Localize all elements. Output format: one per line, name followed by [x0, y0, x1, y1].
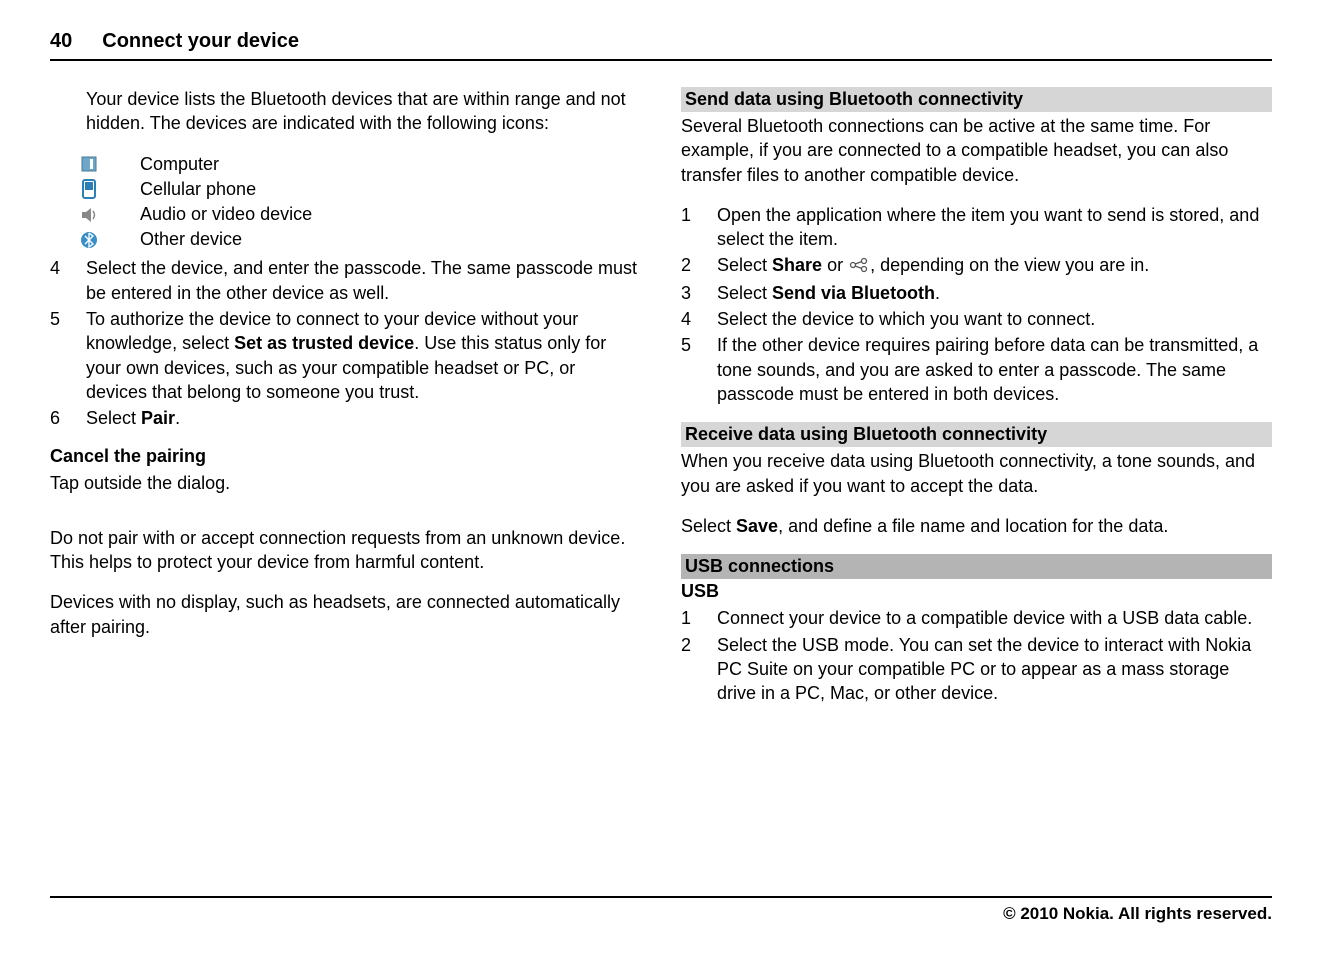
list-item: 3 Select Send via Bluetooth.	[681, 281, 1272, 305]
usb-steps-list: 1 Connect your device to a compatible de…	[681, 606, 1272, 705]
step-text: Select the USB mode. You can set the dev…	[717, 633, 1272, 706]
step-number: 5	[50, 307, 86, 404]
icon-label: Cellular phone	[140, 177, 256, 202]
send-data-heading: Send data using Bluetooth connectivity	[681, 87, 1272, 112]
icon-label: Audio or video device	[140, 202, 312, 227]
icon-row-other: Other device	[80, 227, 641, 252]
page: 40 Connect your device Your device lists…	[0, 0, 1322, 954]
step-number: 4	[681, 307, 717, 331]
pair-steps-list: 4 Select the device, and enter the passc…	[50, 256, 641, 430]
content-columns: Your device lists the Bluetooth devices …	[50, 87, 1272, 721]
device-icon-table: Computer Cellular phone Audio or video d…	[80, 152, 641, 253]
headset-note-text: Devices with no display, such as headset…	[50, 590, 641, 639]
speaker-icon	[80, 206, 140, 224]
icon-row-computer: Computer	[80, 152, 641, 177]
page-number: 40	[50, 30, 72, 53]
share-icon	[848, 255, 870, 279]
page-title: Connect your device	[102, 30, 299, 53]
pairing-warning-text: Do not pair with or accept connection re…	[50, 526, 641, 575]
step-text: Select Pair.	[86, 406, 180, 430]
computer-icon	[80, 155, 140, 173]
list-item: 5 To authorize the device to connect to …	[50, 307, 641, 404]
step-number: 1	[681, 606, 717, 630]
cancel-pairing-text: Tap outside the dialog.	[50, 471, 641, 495]
step-text: Select the device to which you want to c…	[717, 307, 1095, 331]
usb-connections-heading: USB connections	[681, 554, 1272, 579]
step-text: Open the application where the item you …	[717, 203, 1272, 252]
receive-data-heading: Receive data using Bluetooth connectivit…	[681, 422, 1272, 447]
list-item: 1 Open the application where the item yo…	[681, 203, 1272, 252]
step-text: Select the device, and enter the passcod…	[86, 256, 641, 305]
step-text: Select Send via Bluetooth.	[717, 281, 940, 305]
step-number: 1	[681, 203, 717, 252]
receive-data-text: When you receive data using Bluetooth co…	[681, 449, 1272, 498]
list-item: 4 Select the device to which you want to…	[681, 307, 1272, 331]
list-item: 6 Select Pair.	[50, 406, 641, 430]
step-text: Connect your device to a compatible devi…	[717, 606, 1252, 630]
icon-row-audio: Audio or video device	[80, 202, 641, 227]
list-item: 2 Select Share or , depending on the vie…	[681, 253, 1272, 278]
icon-label: Other device	[140, 227, 242, 252]
phone-icon	[80, 179, 140, 199]
copyright-footer: © 2010 Nokia. All rights reserved.	[50, 896, 1272, 924]
right-column: Send data using Bluetooth connectivity S…	[681, 87, 1272, 721]
receive-save-text: Select Save, and define a file name and …	[681, 514, 1272, 538]
step-number: 4	[50, 256, 86, 305]
left-column: Your device lists the Bluetooth devices …	[50, 87, 641, 721]
icon-label: Computer	[140, 152, 219, 177]
step-number: 2	[681, 253, 717, 278]
list-item: 4 Select the device, and enter the passc…	[50, 256, 641, 305]
bluetooth-icon	[80, 231, 140, 249]
step-number: 6	[50, 406, 86, 430]
step-text: To authorize the device to connect to yo…	[86, 307, 641, 404]
list-item: 1 Connect your device to a compatible de…	[681, 606, 1272, 630]
cancel-pairing-heading: Cancel the pairing	[50, 446, 641, 467]
list-item: 5 If the other device requires pairing b…	[681, 333, 1272, 406]
step-number: 3	[681, 281, 717, 305]
list-item: 2 Select the USB mode. You can set the d…	[681, 633, 1272, 706]
usb-heading: USB	[681, 579, 1272, 604]
icon-row-phone: Cellular phone	[80, 177, 641, 202]
page-header: 40 Connect your device	[50, 30, 1272, 61]
step-text: Select Share or , depending on the view …	[717, 253, 1149, 278]
send-data-text: Several Bluetooth connections can be act…	[681, 114, 1272, 187]
send-steps-list: 1 Open the application where the item yo…	[681, 203, 1272, 406]
step-text: If the other device requires pairing bef…	[717, 333, 1272, 406]
step-number: 2	[681, 633, 717, 706]
bt-intro-text: Your device lists the Bluetooth devices …	[86, 87, 641, 136]
step-number: 5	[681, 333, 717, 406]
